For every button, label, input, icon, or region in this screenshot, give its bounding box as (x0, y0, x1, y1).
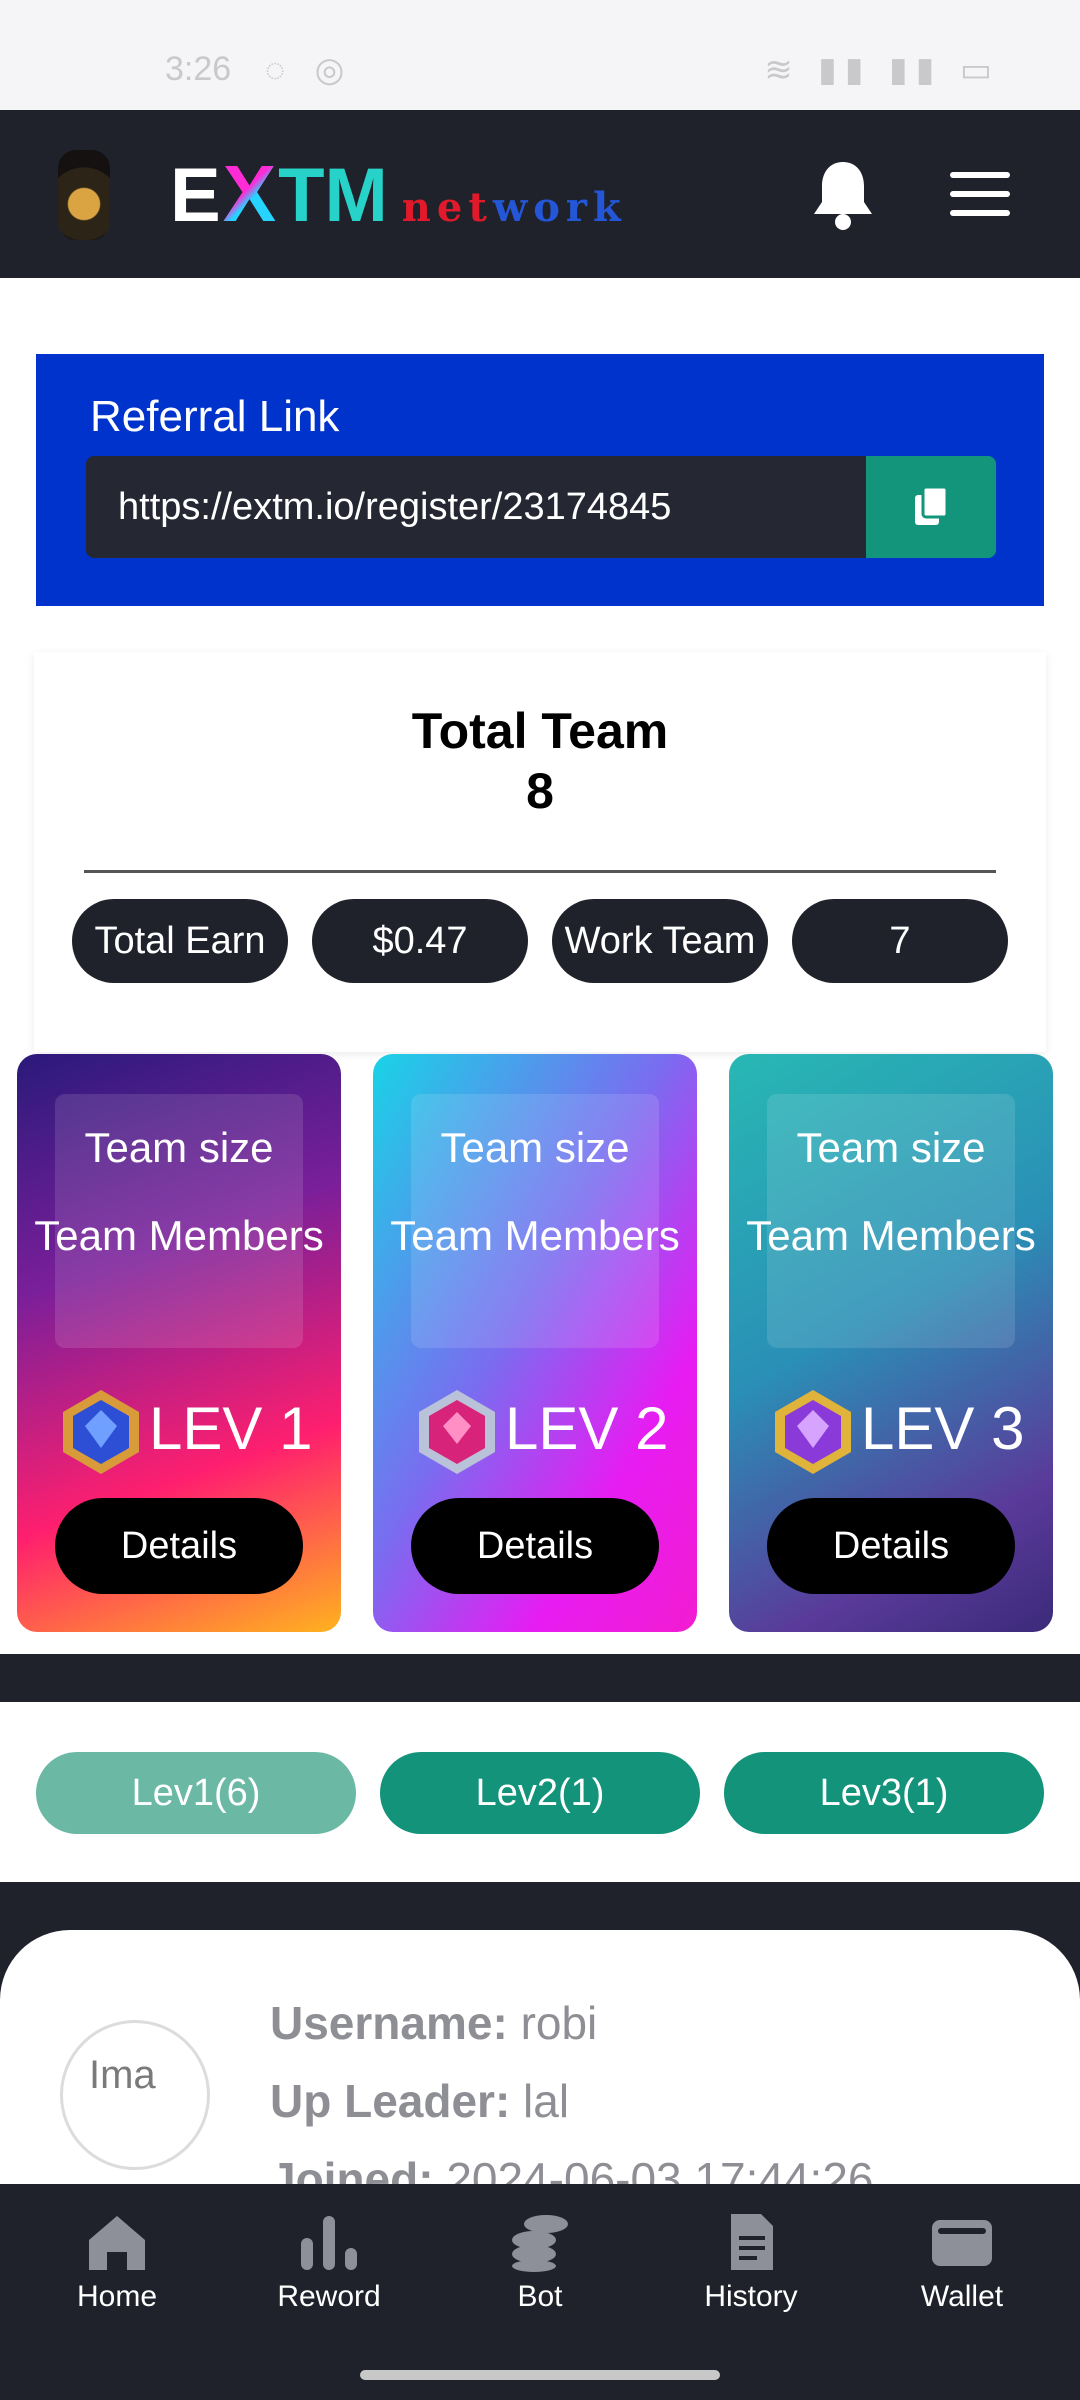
status-signal-battery-icons: ≋ ▮▮ ▮▮ ▭ (764, 51, 1000, 89)
coins-icon (512, 2215, 568, 2272)
nav-home-label: Home (76, 2280, 158, 2313)
section-separator (0, 1654, 1080, 1702)
bell-icon[interactable] (810, 158, 876, 232)
nav-bot[interactable]: Bot (460, 2212, 620, 2332)
brand-letter-x: X (222, 149, 277, 238)
home-indicator[interactable] (360, 2370, 720, 2380)
total-earn-value: $0.47 (312, 899, 528, 983)
level-3-label: LEV 3 (861, 1395, 1025, 1462)
app-header: E X TM network (0, 110, 1080, 278)
level-3-details-button[interactable]: Details (767, 1498, 1015, 1594)
nav-bot-label: Bot (517, 2280, 563, 2313)
level-3-card: Team size Team Members LEV 3 Details (729, 1054, 1053, 1632)
avatar: Ima (60, 2020, 210, 2170)
purple-gem-rank-badge-icon (775, 1390, 851, 1474)
referral-section: Referral Link https://extm.io/register/2… (36, 354, 1044, 606)
level-2-card: Team size Team Members LEV 2 Details (373, 1054, 697, 1632)
app-logo-icon[interactable] (58, 150, 110, 240)
member-profile-card: Ima Username: robi Up Leader: lal Joined… (0, 1930, 1080, 2190)
document-icon (731, 2214, 773, 2270)
referral-title: Referral Link (90, 392, 340, 441)
username-row: Username: robi (270, 1996, 597, 2050)
work-team-label: Work Team (552, 899, 768, 983)
team-members-label: Team Members (390, 1212, 680, 1259)
bar-chart-icon (301, 2216, 357, 2270)
up-leader-label: Up Leader: (270, 2075, 511, 2127)
total-team-count: 8 (526, 763, 554, 819)
total-earn-label: Total Earn (72, 899, 288, 983)
hamburger-menu-icon[interactable] (950, 172, 1010, 216)
total-team-title: Total Team (411, 703, 669, 759)
brand-network-word: network (402, 184, 627, 231)
brand-letter-e: E (170, 153, 221, 238)
brand-logo: E X TM network (170, 148, 627, 238)
pink-gem-rank-badge-icon (419, 1390, 495, 1474)
team-members-label: Team Members (746, 1212, 1036, 1259)
level-2-details-button[interactable]: Details (411, 1498, 659, 1594)
level-1-card: Team size Team Members LEV 1 Details (17, 1054, 341, 1632)
nav-wallet[interactable]: Wallet (882, 2212, 1042, 2332)
referral-link-field[interactable]: https://extm.io/register/23174845 (86, 456, 868, 558)
level-1-label: LEV 1 (149, 1395, 313, 1462)
tab-lev2[interactable]: Lev2(1) (380, 1752, 700, 1834)
wallet-icon (932, 2220, 992, 2266)
copy-icon (915, 485, 949, 525)
up-leader-row: Up Leader: lal (270, 2074, 569, 2128)
copy-link-button[interactable] (866, 456, 996, 558)
status-notification-icons: ◌ ◎ (265, 51, 355, 89)
bottom-navigation: Home Reword Bot History Wallet (0, 2184, 1080, 2400)
username-value: robi (520, 1997, 598, 2049)
home-icon (89, 2216, 145, 2270)
team-members-label: Team Members (34, 1212, 324, 1259)
blue-gem-rank-badge-icon (63, 1390, 139, 1474)
total-team-card: Total Team 8 Total Earn $0.47 Work Team … (34, 652, 1046, 1052)
up-leader-value: lal (523, 2075, 570, 2127)
team-size-label: Team size (84, 1124, 274, 1171)
tab-lev3[interactable]: Lev3(1) (724, 1752, 1044, 1834)
team-size-label: Team size (796, 1124, 986, 1171)
divider (84, 870, 996, 873)
nav-home[interactable]: Home (37, 2212, 197, 2332)
brand-letters-tm: TM (278, 153, 388, 238)
level-tab-bar: Lev1(6) Lev2(1) Lev3(1) (0, 1702, 1080, 1882)
tab-lev1[interactable]: Lev1(6) (36, 1752, 356, 1834)
status-bar: 3:26 ◌ ◎ ≋ ▮▮ ▮▮ ▭ (0, 0, 1080, 110)
level-2-label: LEV 2 (505, 1395, 669, 1462)
nav-reword-label: Reword (277, 2280, 381, 2313)
brand-net: net (401, 184, 493, 231)
team-size-label: Team size (440, 1124, 630, 1171)
nav-wallet-label: Wallet (920, 2280, 1004, 2313)
nav-history-label: History (704, 2280, 798, 2313)
brand-work: work (492, 184, 627, 231)
nav-history[interactable]: History (671, 2212, 831, 2332)
avatar-alt-text: Ima (89, 2053, 156, 2097)
status-time: 3:26 (165, 50, 232, 88)
level-1-details-button[interactable]: Details (55, 1498, 303, 1594)
work-team-value: 7 (792, 899, 1008, 983)
username-label: Username: (270, 1997, 508, 2049)
nav-reword[interactable]: Reword (249, 2212, 409, 2332)
